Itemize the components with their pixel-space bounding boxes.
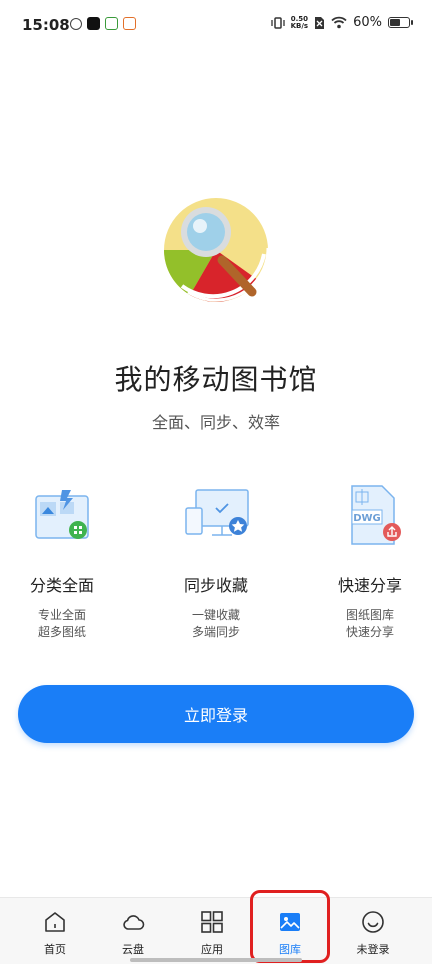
home-icon (45, 912, 65, 932)
dwg-label: DWG (353, 513, 381, 524)
status-time: 15:08 (22, 16, 70, 34)
vibrate-icon (270, 16, 285, 29)
feature-desc-line: 图纸图库 (345, 608, 394, 622)
nav-item-profile[interactable]: 未登录 (338, 898, 408, 964)
feature-desc: 图纸图库 快速分享 (300, 607, 432, 641)
home-indicator (130, 958, 302, 962)
nav-label: 未登录 (356, 943, 390, 956)
status-bar: 15:08 0.50 KB/s 60% (0, 0, 432, 50)
app-logo (164, 198, 270, 302)
app-notification-icon (105, 17, 118, 30)
no-sim-icon (315, 16, 325, 29)
nav-item-home[interactable]: 首页 (20, 898, 90, 964)
status-right: 0.50 KB/s 60% (270, 15, 413, 30)
nav-label: 首页 (44, 943, 66, 956)
devices-sync-icon (185, 489, 249, 536)
folder-icon (35, 490, 89, 539)
feature-desc-line: 多端同步 (191, 625, 240, 639)
feature-share: DWG 快速分享 图纸图库 快速分享 (300, 480, 432, 641)
wifi-icon (331, 16, 347, 29)
nav-item-cloud[interactable]: 云盘 (98, 898, 168, 964)
feature-sync: 同步收藏 一键收藏 多端同步 (146, 480, 286, 641)
battery-fill (390, 19, 401, 26)
highlight-annotation (250, 890, 330, 963)
feature-desc-line: 专业全面 (37, 608, 86, 622)
nav-item-apps[interactable]: 应用 (177, 898, 247, 964)
feature-desc-line: 一键收藏 (191, 608, 240, 622)
feature-title: 同步收藏 (183, 576, 248, 595)
feature-desc: 一键收藏 多端同步 (146, 607, 286, 641)
nav-label: 应用 (201, 943, 223, 956)
app-notification-icon (123, 17, 136, 30)
apps-icon (201, 911, 223, 933)
page-subtitle: 全面、同步、效率 (151, 413, 280, 432)
nav-label: 云盘 (122, 943, 144, 956)
feature-title: 分类全面 (29, 576, 94, 595)
notification-icons (70, 17, 136, 30)
cloud-icon (123, 915, 145, 930)
network-speed: 0.50 KB/s (290, 15, 309, 30)
feature-desc: 专业全面 超多图纸 (0, 607, 132, 641)
page-title: 我的移动图书馆 (114, 363, 318, 396)
feature-classification: 分类全面 专业全面 超多图纸 (0, 480, 132, 641)
net-speed-unit: KB/s (290, 21, 309, 30)
feature-title: 快速分享 (337, 576, 402, 595)
battery-percent: 60% (353, 15, 382, 30)
bottom-nav: 首页 云盘 应用 图库 未登录 (0, 897, 432, 964)
tiktok-icon (87, 17, 100, 30)
dwg-file-icon: DWG (351, 485, 401, 545)
battery-icon (388, 17, 413, 28)
feature-desc-line: 超多图纸 (37, 625, 86, 639)
smiley-icon (362, 911, 384, 933)
login-button[interactable]: 立即登录 (18, 685, 414, 743)
feature-desc-line: 快速分享 (345, 625, 394, 639)
app-notification-icon (70, 17, 82, 30)
